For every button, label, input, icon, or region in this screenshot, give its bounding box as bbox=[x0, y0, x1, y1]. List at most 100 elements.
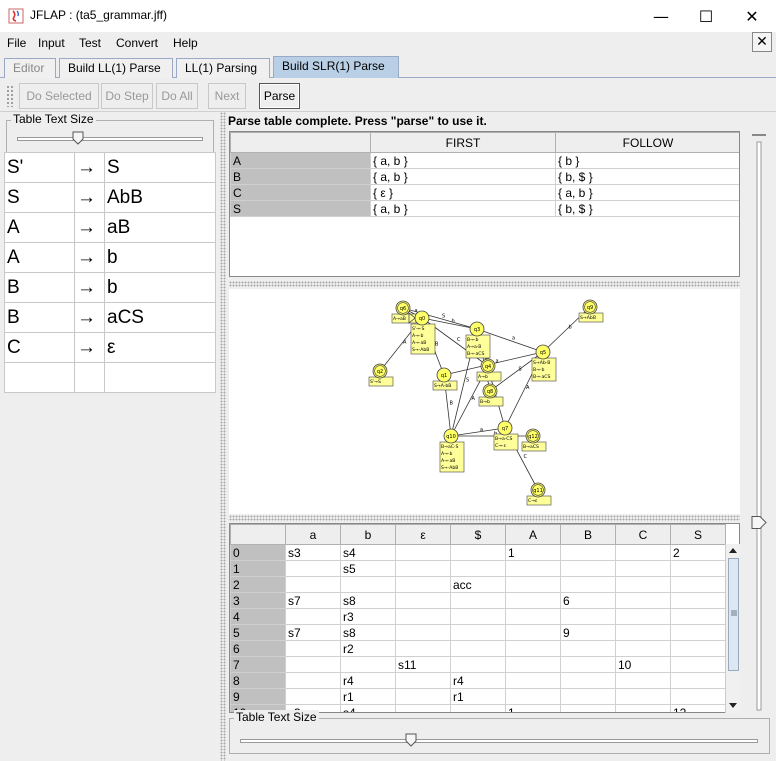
production-rhs[interactable]: aB bbox=[104, 212, 216, 243]
action-cell[interactable] bbox=[560, 640, 616, 657]
action-cell[interactable] bbox=[615, 704, 671, 712]
scroll-down-icon[interactable] bbox=[728, 702, 738, 710]
production-arrow[interactable]: → bbox=[74, 272, 105, 303]
close-window-button[interactable]: ✕ bbox=[729, 0, 775, 32]
action-cell[interactable] bbox=[615, 576, 671, 593]
action-cell[interactable]: r4 bbox=[340, 672, 396, 689]
production-lhs[interactable]: A bbox=[4, 212, 75, 243]
action-cell[interactable] bbox=[285, 672, 341, 689]
action-cell[interactable] bbox=[505, 608, 561, 625]
production-row[interactable]: B → b bbox=[4, 272, 216, 303]
action-cell[interactable]: 10 bbox=[615, 656, 671, 673]
vertical-split-slider[interactable] bbox=[748, 132, 770, 714]
production-rhs[interactable]: b bbox=[104, 242, 216, 273]
action-cell[interactable] bbox=[340, 576, 396, 593]
table-text-size-thumb[interactable] bbox=[72, 131, 84, 145]
action-cell[interactable] bbox=[395, 640, 451, 657]
action-cell[interactable] bbox=[670, 656, 726, 673]
production-arrow[interactable]: → bbox=[74, 152, 105, 183]
set-cell[interactable]: { a, b } bbox=[370, 152, 556, 169]
action-cell[interactable] bbox=[560, 544, 616, 561]
action-cell[interactable] bbox=[560, 608, 616, 625]
tab-build-ll1-parse[interactable]: Build LL(1) Parse bbox=[59, 58, 173, 78]
action-cell[interactable] bbox=[395, 624, 451, 641]
action-cell[interactable] bbox=[285, 576, 341, 593]
dfa-state-q11[interactable]: C→ε q11 bbox=[526, 482, 552, 506]
production-row[interactable]: B → aCS bbox=[4, 302, 216, 333]
action-cell[interactable] bbox=[615, 672, 671, 689]
dfa-state-q12[interactable]: B→aCS q12 bbox=[521, 428, 547, 452]
set-cell[interactable]: { b, $ } bbox=[555, 168, 739, 185]
dfa-state-q2[interactable]: S'→S q2 bbox=[368, 363, 394, 387]
action-cell[interactable] bbox=[505, 624, 561, 641]
action-cell[interactable] bbox=[505, 576, 561, 593]
production-rhs[interactable] bbox=[104, 362, 216, 393]
production-arrow[interactable] bbox=[74, 362, 105, 393]
set-cell[interactable]: { b } bbox=[555, 152, 739, 169]
production-rhs[interactable]: b bbox=[104, 272, 216, 303]
do-all-button[interactable]: Do All bbox=[156, 83, 198, 109]
action-cell[interactable]: 9 bbox=[560, 624, 616, 641]
state-row-label[interactable]: 1 bbox=[230, 560, 286, 577]
next-button[interactable]: Next bbox=[208, 83, 246, 109]
action-cell[interactable] bbox=[670, 560, 726, 577]
action-cell[interactable]: s4 bbox=[340, 704, 396, 712]
state-row-label[interactable]: 8 bbox=[230, 672, 286, 689]
horizontal-divider-bottom[interactable] bbox=[229, 515, 740, 521]
action-cell[interactable] bbox=[395, 544, 451, 561]
scroll-up-icon[interactable] bbox=[728, 546, 738, 554]
action-cell[interactable] bbox=[615, 592, 671, 609]
action-cell[interactable] bbox=[395, 704, 451, 712]
state-row-label[interactable]: 4 bbox=[230, 608, 286, 625]
action-cell[interactable]: r2 bbox=[340, 640, 396, 657]
action-cell[interactable]: s3 bbox=[285, 544, 341, 561]
action-cell[interactable] bbox=[395, 688, 451, 705]
action-cell[interactable] bbox=[670, 576, 726, 593]
maximize-button[interactable]: ☐ bbox=[683, 0, 729, 32]
action-cell[interactable]: s4 bbox=[340, 544, 396, 561]
state-row-label[interactable]: 9 bbox=[230, 688, 286, 705]
action-cell[interactable] bbox=[450, 608, 506, 625]
dfa-state-q1[interactable]: S→A·bB q1 bbox=[432, 367, 458, 391]
menu-test[interactable]: Test bbox=[79, 36, 101, 50]
state-row-label[interactable]: 7 bbox=[230, 656, 286, 673]
split-divider[interactable] bbox=[220, 112, 226, 761]
production-arrow[interactable]: → bbox=[74, 182, 105, 213]
action-cell[interactable] bbox=[670, 688, 726, 705]
action-cell[interactable] bbox=[505, 560, 561, 577]
action-cell[interactable] bbox=[395, 592, 451, 609]
set-cell[interactable]: { a, b } bbox=[370, 200, 556, 217]
action-cell[interactable] bbox=[670, 608, 726, 625]
action-cell[interactable]: s8 bbox=[340, 624, 396, 641]
action-cell[interactable] bbox=[560, 576, 616, 593]
action-cell[interactable] bbox=[560, 704, 616, 712]
menu-convert[interactable]: Convert bbox=[116, 36, 158, 50]
variable-cell[interactable]: B bbox=[230, 168, 371, 185]
close-document-button[interactable]: ✕ bbox=[752, 32, 772, 52]
action-cell[interactable]: s5 bbox=[340, 560, 396, 577]
action-cell[interactable]: 12 bbox=[670, 704, 726, 712]
production-row[interactable]: C → ε bbox=[4, 332, 216, 363]
action-cell[interactable] bbox=[285, 688, 341, 705]
action-cell[interactable] bbox=[670, 672, 726, 689]
do-selected-button[interactable]: Do Selected bbox=[19, 83, 99, 109]
action-cell[interactable] bbox=[670, 640, 726, 657]
vertical-slider-thumb[interactable] bbox=[751, 516, 767, 530]
toolbar-grip[interactable] bbox=[6, 85, 14, 107]
table-text-size-track[interactable] bbox=[17, 137, 203, 141]
action-cell[interactable] bbox=[615, 688, 671, 705]
variable-cell[interactable]: A bbox=[230, 152, 371, 169]
tab-build-slr1-parse[interactable]: Build SLR(1) Parse bbox=[273, 56, 399, 78]
action-cell[interactable]: 1 bbox=[505, 704, 561, 712]
production-rhs[interactable]: S bbox=[104, 152, 216, 183]
menu-file[interactable]: File bbox=[7, 36, 26, 50]
dfa-state-q5[interactable]: S→Ab·BB→·bB→·aCS q5 bbox=[531, 344, 557, 382]
production-arrow[interactable]: → bbox=[74, 242, 105, 273]
action-cell[interactable] bbox=[395, 560, 451, 577]
production-lhs[interactable]: A bbox=[4, 242, 75, 273]
action-cell[interactable] bbox=[285, 656, 341, 673]
dfa-state-q10[interactable]: B→aC·SA→·bA→·aBS→·AbB q10 bbox=[439, 428, 465, 473]
state-row-label[interactable]: 2 bbox=[230, 576, 286, 593]
action-cell[interactable] bbox=[395, 576, 451, 593]
set-cell[interactable]: { a, b } bbox=[370, 168, 556, 185]
